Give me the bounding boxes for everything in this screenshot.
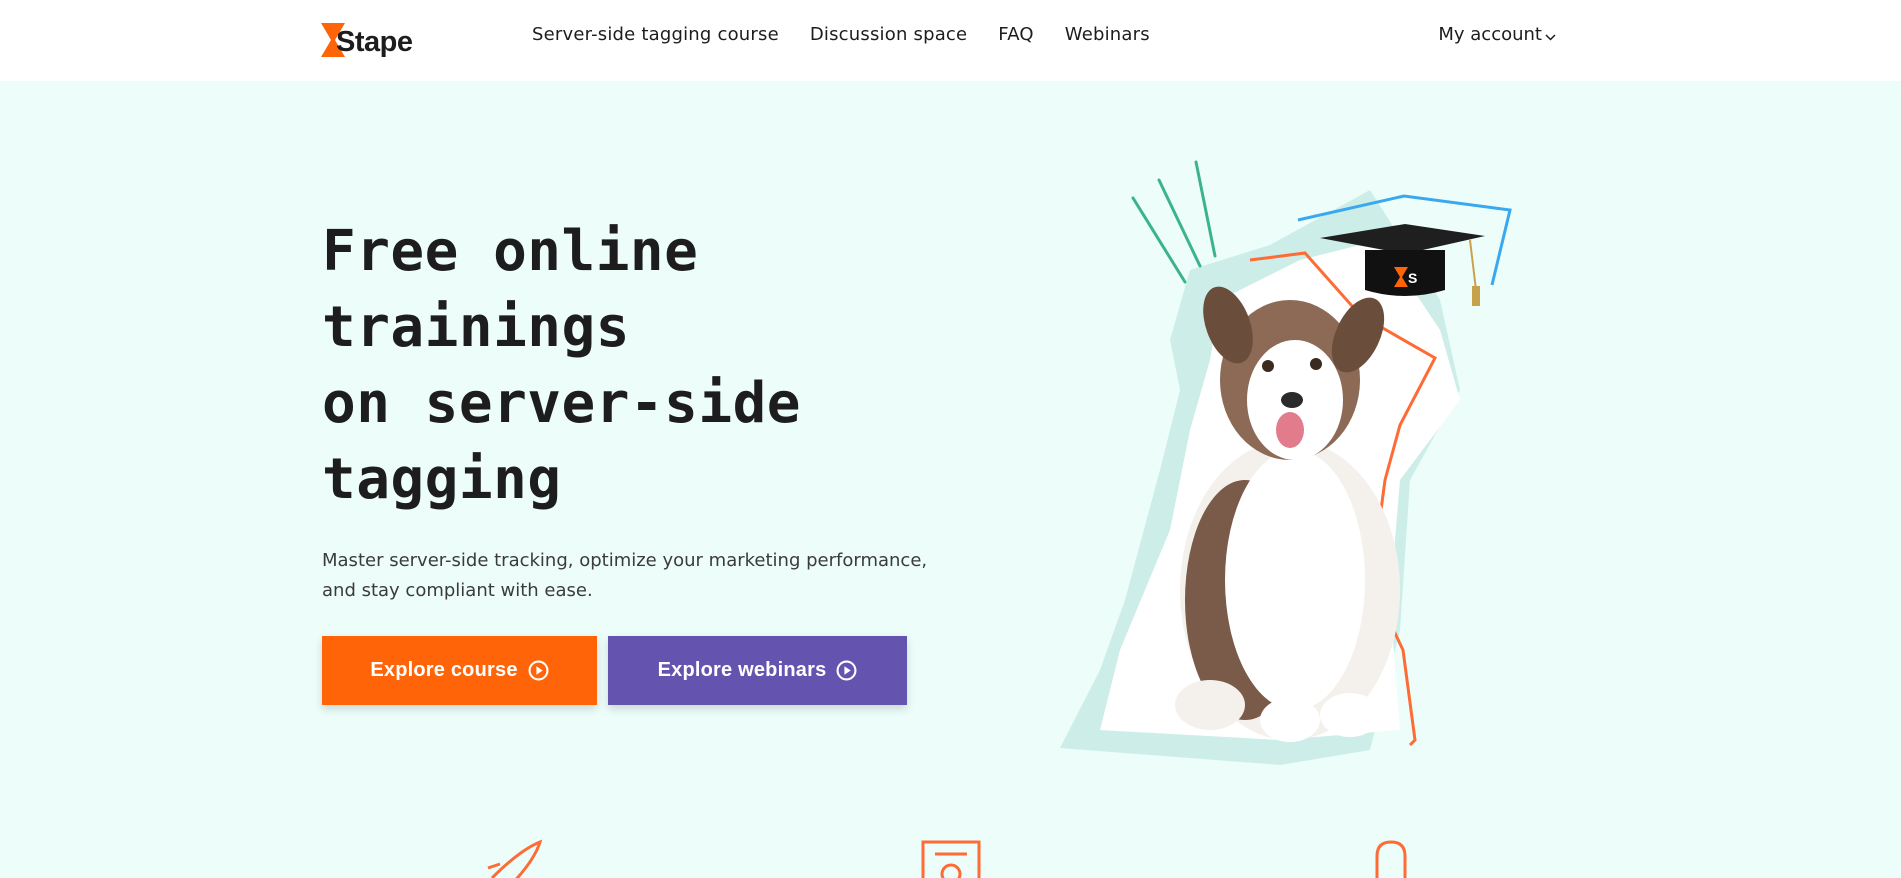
certificate-icon: [921, 840, 981, 878]
explore-course-button[interactable]: Explore course: [322, 636, 597, 705]
play-circle-icon: [528, 660, 549, 681]
hero-title-line: trainings: [322, 295, 630, 360]
my-account-label: My account: [1438, 24, 1542, 45]
main-nav: Server-side tagging course Discussion sp…: [532, 24, 1181, 45]
chevron-down-icon: [1545, 33, 1556, 41]
hero-title-line: tagging: [322, 447, 562, 512]
hero-subtitle-line: and stay compliant with ease.: [322, 580, 593, 601]
hero-title-line: on server-side: [322, 371, 802, 436]
stape-logo[interactable]: Stape: [321, 22, 413, 58]
explore-webinars-label: Explore webinars: [657, 659, 827, 681]
explore-course-label: Explore course: [370, 659, 518, 681]
dog-with-graduation-cap-illustration: S: [1060, 160, 1512, 765]
explore-webinars-button[interactable]: Explore webinars: [608, 636, 907, 705]
nav-item-faq[interactable]: FAQ: [998, 24, 1033, 45]
nav-item-course[interactable]: Server-side tagging course: [532, 24, 779, 45]
lightbulb-icon: [1375, 840, 1407, 878]
rocket-icon: [487, 839, 543, 878]
my-account-menu[interactable]: My account: [1438, 24, 1556, 45]
hero-title-line: Free online: [322, 219, 699, 284]
play-circle-icon: [836, 660, 857, 681]
nav-item-webinars[interactable]: Webinars: [1065, 24, 1150, 45]
cap-badge-text: S: [1408, 270, 1417, 286]
logo-text: Stape: [336, 25, 413, 58]
feature-icons-row: [487, 839, 1407, 878]
site-header: Stape Server-side tagging course Discuss…: [0, 0, 1901, 81]
hero-subtitle-line: Master server-side tracking, optimize yo…: [322, 550, 928, 571]
nav-item-discussion[interactable]: Discussion space: [810, 24, 967, 45]
hero-title: Free online trainings on server-side tag…: [322, 214, 942, 518]
hero-subtitle: Master server-side tracking, optimize yo…: [322, 546, 962, 606]
